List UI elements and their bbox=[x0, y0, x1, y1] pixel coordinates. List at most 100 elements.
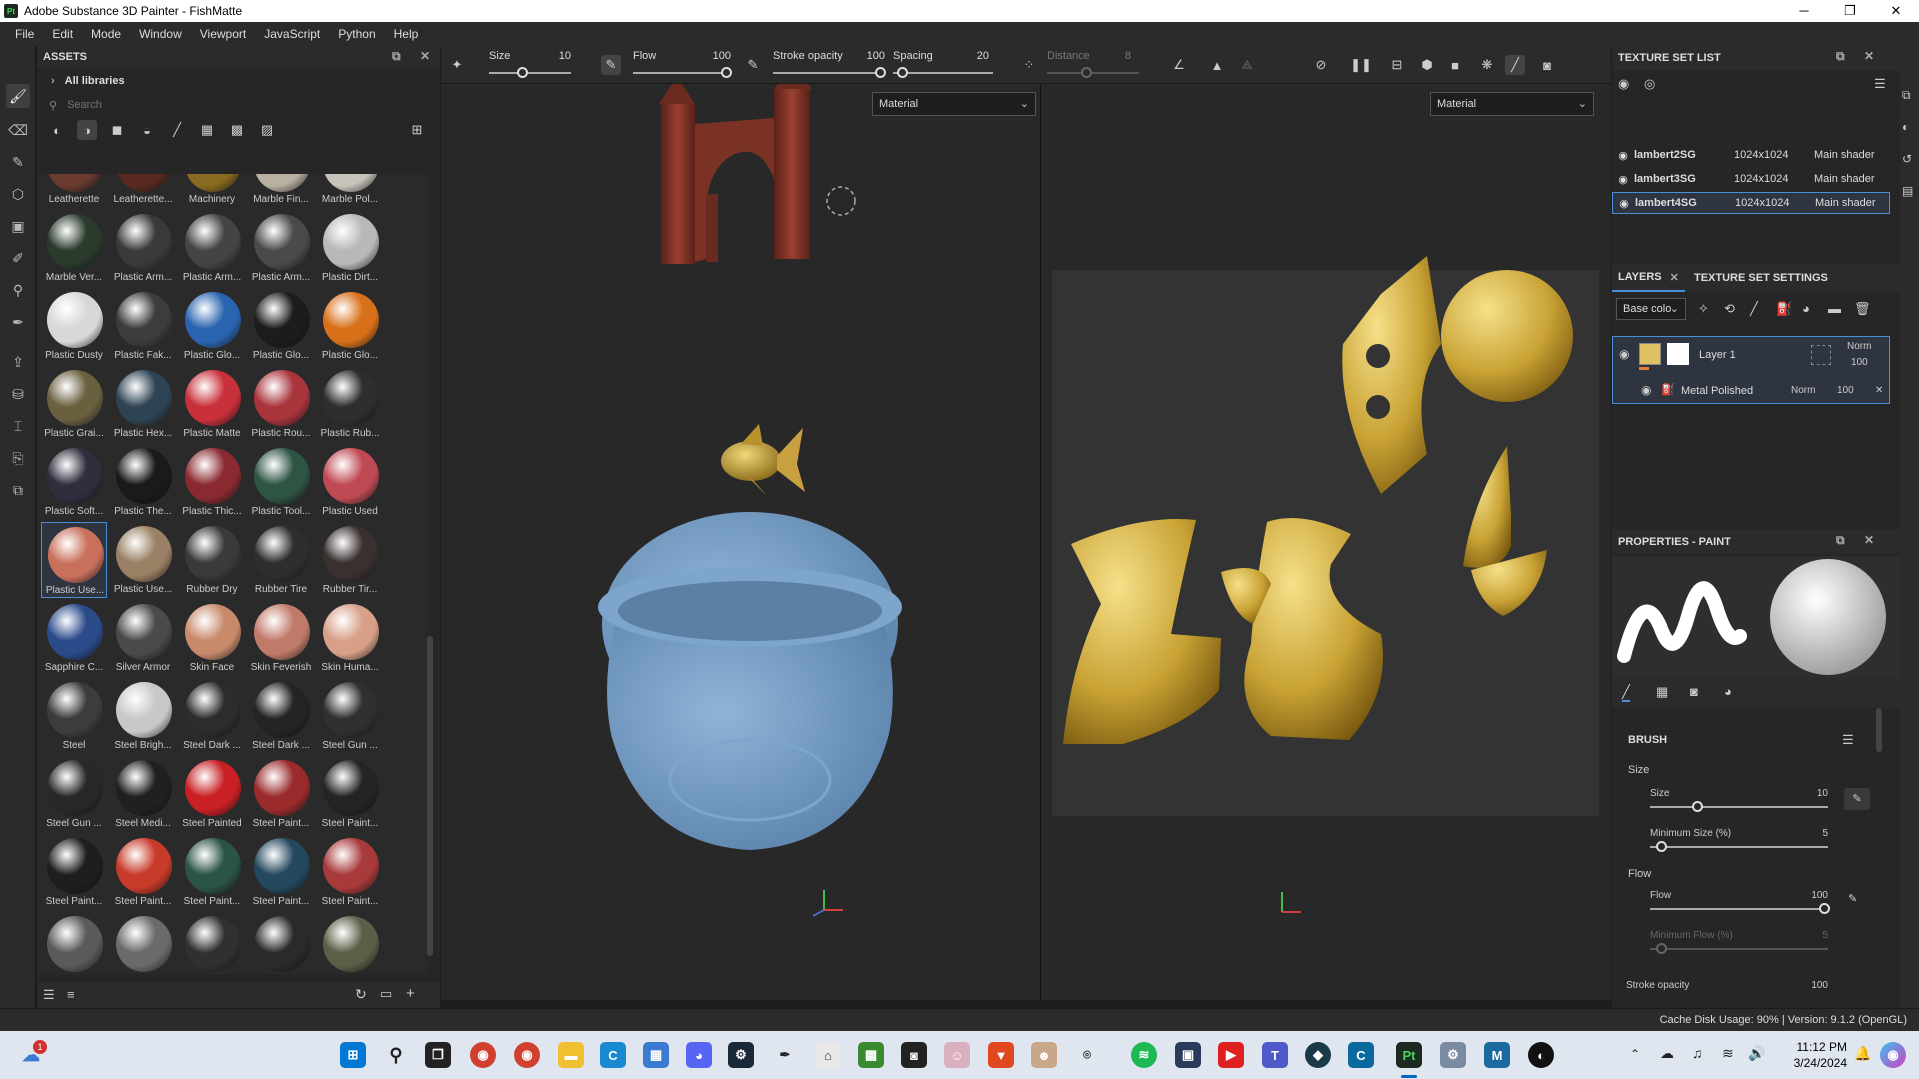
maximize-button[interactable]: ❐ bbox=[1827, 0, 1873, 22]
export-icon[interactable]: ⇪ bbox=[6, 350, 30, 374]
discord-icon[interactable]: ◕ bbox=[686, 1042, 712, 1068]
alpha-tab-icon[interactable]: ▦ bbox=[1656, 684, 1668, 700]
library-selector[interactable]: › All libraries bbox=[37, 68, 440, 94]
chrome-profile-icon[interactable]: ◉ bbox=[514, 1042, 540, 1068]
paint-brush-icon[interactable]: 🖌 bbox=[6, 84, 30, 108]
toolbar-flow-value[interactable]: 100 bbox=[701, 50, 731, 62]
layer-blend-mode[interactable]: Norm bbox=[1847, 341, 1871, 352]
volume-icon[interactable]: 🔊 bbox=[1748, 1045, 1765, 1062]
copilot-icon[interactable]: C bbox=[600, 1042, 626, 1068]
close-button[interactable]: ✕ bbox=[1873, 0, 1919, 22]
notification-bell-icon[interactable]: 🔔 bbox=[1854, 1045, 1871, 1062]
effect-name[interactable]: Metal Polished bbox=[1681, 385, 1753, 397]
search-input[interactable] bbox=[67, 99, 368, 111]
filter-generators-icon[interactable]: ◒ bbox=[137, 120, 157, 140]
material-tile[interactable]: Leatherette bbox=[41, 174, 107, 208]
substance-painter-taskbar-icon[interactable]: Pt bbox=[1396, 1042, 1422, 1068]
material-tile[interactable]: Plastic Dusty bbox=[41, 288, 107, 364]
material-tile[interactable]: Plastic Grai... bbox=[41, 366, 107, 442]
assets-scrollbar[interactable] bbox=[427, 636, 433, 956]
maya-icon[interactable]: M bbox=[1484, 1042, 1510, 1068]
task-view-icon[interactable]: ❐ bbox=[425, 1042, 451, 1068]
ruler-icon[interactable]: ⌶ bbox=[6, 414, 30, 438]
material-tile[interactable]: Skin Face bbox=[179, 600, 245, 676]
toolbar-size-value[interactable]: 10 bbox=[541, 50, 571, 62]
chevron-up-icon[interactable]: ⌃ bbox=[1630, 1047, 1640, 1061]
menu-help[interactable]: Help bbox=[385, 27, 428, 41]
material-tile[interactable]: Steel bbox=[41, 678, 107, 754]
material-tile[interactable]: Steel Medi... bbox=[110, 756, 176, 832]
shelf-icon[interactable]: ⧉ bbox=[1902, 88, 1911, 103]
blue-app-icon[interactable]: C bbox=[1348, 1042, 1374, 1068]
camera-disable-icon[interactable]: ⊘ bbox=[1311, 55, 1331, 75]
material-tile[interactable]: Rubber Tir... bbox=[317, 522, 383, 598]
display-settings-icon[interactable]: ◐ bbox=[1902, 120, 1909, 134]
spacing-slider-handle[interactable] bbox=[897, 67, 908, 78]
menu-viewport[interactable]: Viewport bbox=[191, 27, 255, 41]
flow-slider[interactable] bbox=[633, 72, 725, 74]
symmetry-dot-icon[interactable]: ⁘ bbox=[1019, 55, 1039, 75]
texture-set-row[interactable]: ◉ lambert4SG 1024x1024 Main shader bbox=[1612, 192, 1890, 214]
texture-set-row[interactable]: ◉ lambert2SG 1024x1024 Main shader bbox=[1612, 144, 1890, 166]
brush-tab-icon[interactable]: ╱ bbox=[1622, 684, 1630, 702]
obs-app-icon[interactable]: ◙ bbox=[901, 1042, 927, 1068]
pen-tool-icon[interactable]: ✒ bbox=[772, 1042, 798, 1068]
eye-icon[interactable]: ◉ bbox=[1612, 173, 1634, 186]
copilot-tray-icon[interactable]: ◉ bbox=[1880, 1042, 1906, 1068]
mouse-software-icon[interactable]: ⌾ bbox=[1074, 1042, 1100, 1068]
material-tile[interactable]: Steel Brigh... bbox=[110, 678, 176, 754]
projection-icon[interactable]: ✎ bbox=[6, 150, 30, 174]
viewport-3d[interactable]: Material ⌄ bbox=[441, 84, 1040, 1000]
prop-minsize-value[interactable]: 5 bbox=[1802, 828, 1828, 839]
material-tile[interactable]: Steel Paint... bbox=[248, 756, 314, 832]
eye-icon[interactable]: ◎ bbox=[1644, 76, 1655, 92]
material-tile[interactable]: Rubber Tire bbox=[248, 522, 314, 598]
filter-alphas-icon[interactable]: ▩ bbox=[227, 120, 247, 140]
size-pen-pressure-icon[interactable]: ✎ bbox=[601, 55, 621, 75]
obs-icon[interactable]: ◐ bbox=[1528, 1042, 1554, 1068]
menu-javascript[interactable]: JavaScript bbox=[255, 27, 329, 41]
material-tile[interactable]: Plastic Fak... bbox=[110, 288, 176, 364]
material-tile[interactable] bbox=[110, 912, 176, 974]
microphone-icon[interactable]: ♫ bbox=[1692, 1045, 1703, 1061]
start-icon[interactable]: ⊞ bbox=[340, 1042, 366, 1068]
smudge-icon[interactable]: ✐ bbox=[6, 246, 30, 270]
clock[interactable]: 11:12 PM 3/24/2024 bbox=[1794, 1039, 1847, 1071]
material-tile[interactable]: Steel Paint... bbox=[248, 834, 314, 910]
material-tile[interactable]: Marble Ver... bbox=[41, 210, 107, 286]
menu-edit[interactable]: Edit bbox=[43, 27, 82, 41]
steam-icon[interactable]: ⚙ bbox=[728, 1042, 754, 1068]
prop-flow-slider[interactable] bbox=[1650, 908, 1828, 910]
prop-size-value[interactable]: 10 bbox=[1802, 788, 1828, 799]
visibility-toggle-icon[interactable]: ◉ bbox=[1618, 76, 1629, 92]
add-effect-icon[interactable]: ✧ bbox=[1698, 301, 1709, 317]
material-tile[interactable]: Plastic Tool... bbox=[248, 444, 314, 520]
angle-icon[interactable]: ∠ bbox=[1169, 55, 1189, 75]
material-tile[interactable]: Plastic Matte bbox=[179, 366, 245, 442]
prop-size-handle[interactable] bbox=[1692, 801, 1703, 812]
material-tile[interactable]: Plastic Rub... bbox=[317, 366, 383, 442]
layer-item[interactable]: ◉ Layer 1 Norm 100 ◉ ⛽ Metal Polished No… bbox=[1612, 336, 1890, 404]
close-panel-icon[interactable]: ✕ bbox=[420, 49, 430, 63]
game-icon[interactable]: ▣ bbox=[1175, 1042, 1201, 1068]
material-tile[interactable]: Steel Paint... bbox=[110, 834, 176, 910]
prop-minsize-slider[interactable] bbox=[1650, 846, 1828, 848]
effect-opacity[interactable]: 100 bbox=[1837, 385, 1854, 396]
split-view-icon[interactable]: ⊟ bbox=[1387, 55, 1407, 75]
filter-materials-icon[interactable]: ◐ bbox=[47, 120, 67, 140]
file-explorer-icon[interactable]: ▬ bbox=[558, 1042, 584, 1068]
menu-icon[interactable]: ☰ bbox=[1874, 76, 1886, 92]
menu-python[interactable]: Python bbox=[329, 27, 384, 41]
list-icon[interactable]: ≡ bbox=[67, 987, 75, 1002]
settings-icon[interactable]: ⚙ bbox=[1440, 1042, 1466, 1068]
spotify-icon[interactable]: ≋ bbox=[1131, 1042, 1157, 1068]
close-icon[interactable]: ✕ bbox=[1875, 385, 1883, 396]
undock-icon[interactable]: ⧉ bbox=[1836, 49, 1845, 64]
prop-minsize-handle[interactable] bbox=[1656, 841, 1667, 852]
delete-layer-icon[interactable]: 🗑 bbox=[1854, 301, 1871, 317]
camera-icon[interactable]: ■ bbox=[1445, 55, 1465, 75]
layer-mask-slot[interactable] bbox=[1811, 345, 1831, 365]
symmetry-icon[interactable]: ▲ bbox=[1207, 55, 1227, 75]
material-tile[interactable]: Plastic Thic... bbox=[179, 444, 245, 520]
prop-size-slider[interactable] bbox=[1650, 806, 1828, 808]
